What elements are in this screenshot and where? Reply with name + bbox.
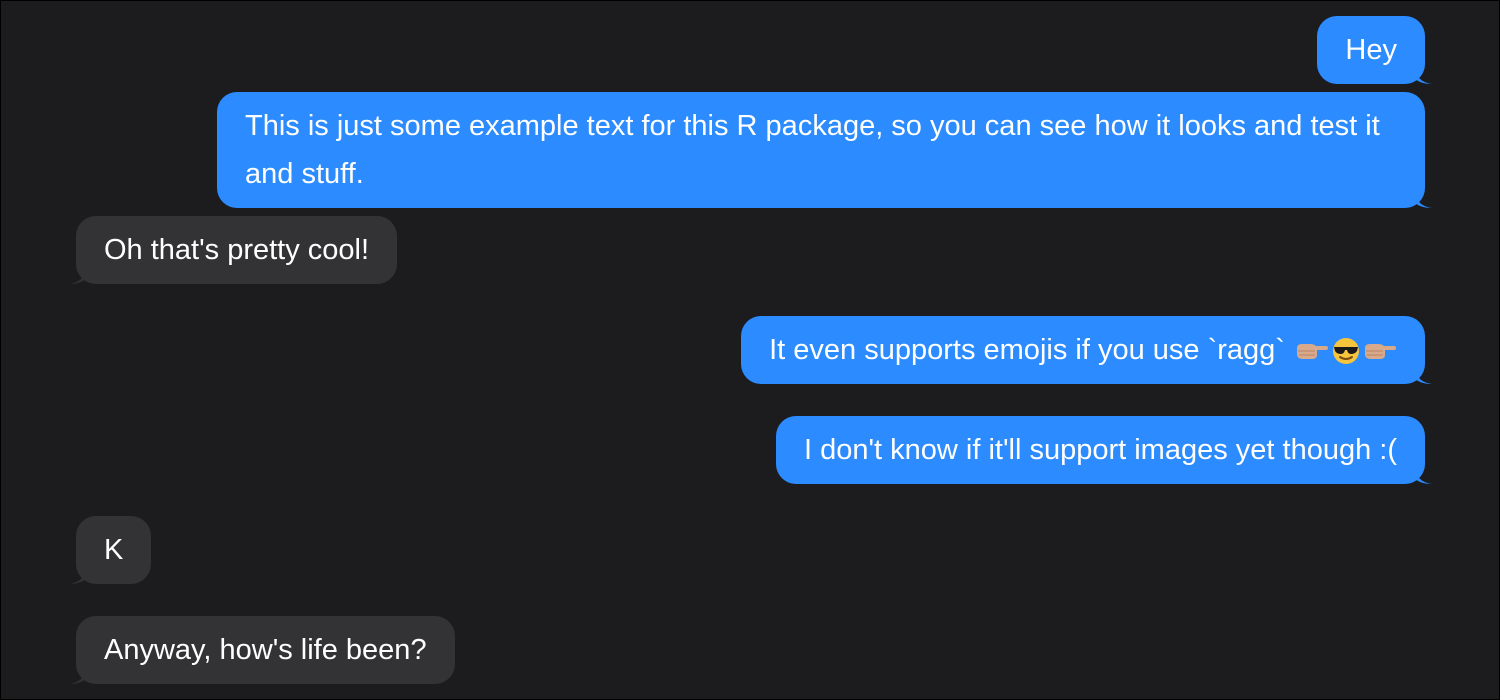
bubble-tail: [69, 566, 87, 584]
backhand-index-pointing-right-icon: [1295, 340, 1329, 362]
received-message-bubble[interactable]: Oh that's pretty cool!: [69, 216, 398, 284]
bubble-tail: [1414, 66, 1432, 84]
bubble-tail: [1414, 190, 1432, 208]
smiling-face-with-sunglasses-icon: [1331, 336, 1361, 366]
backhand-index-pointing-right-icon: [1363, 340, 1397, 362]
message-text: Oh that's pretty cool!: [104, 234, 370, 266]
message-text: This is just some example text for this …: [245, 110, 1380, 190]
message-text: K: [104, 534, 124, 566]
chat-window: Hey This is just some example text for t…: [0, 0, 1500, 700]
bubble-tail: [69, 266, 87, 284]
received-message-bubble[interactable]: K: [69, 516, 152, 584]
message-text: Hey: [1345, 34, 1397, 66]
bubble-tail: [1414, 366, 1432, 384]
message-text: Anyway, how's life been?: [104, 634, 427, 666]
sent-message-bubble[interactable]: It even supports emojis if you use `ragg…: [741, 316, 1432, 384]
message-text: I don't know if it'll support images yet…: [804, 434, 1397, 466]
sent-message-bubble[interactable]: I don't know if it'll support images yet…: [776, 416, 1432, 484]
bubble-tail: [1414, 466, 1432, 484]
bubble-tail: [69, 666, 87, 684]
message-text: It even supports emojis if you use `ragg…: [769, 334, 1285, 366]
received-message-bubble[interactable]: Anyway, how's life been?: [69, 616, 455, 684]
sent-message-bubble[interactable]: This is just some example text for this …: [217, 92, 1432, 208]
sent-message-bubble[interactable]: Hey: [1317, 16, 1432, 84]
